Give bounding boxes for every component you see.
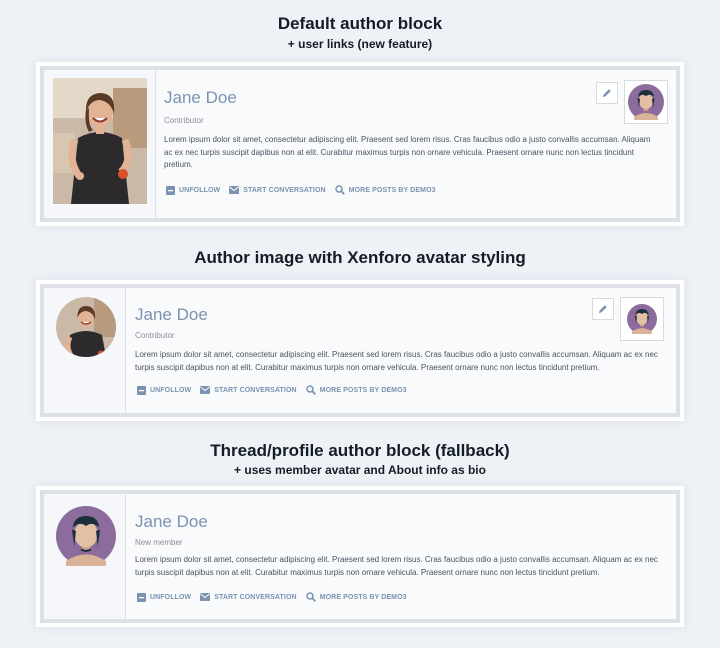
author-name[interactable]: Jane Doe (135, 305, 208, 325)
unfollow-label: UNFOLLOW (179, 186, 221, 194)
author-bio: Lorem ipsum dolor sit amet, consectetur … (135, 555, 658, 577)
author-content: Jane Doe Contributor Lorem ipsum dolor s… (126, 288, 676, 413)
author-photo-round (56, 297, 116, 357)
author-image-column (44, 288, 126, 413)
author-image-column (44, 70, 156, 218)
author-role: New member (135, 538, 183, 547)
envelope-icon (229, 186, 240, 194)
section-3-title: Thread/profile author block (fallback) (210, 441, 510, 460)
author-links: UNFOLLOW START CONVERSATION MORE POSTS B… (166, 185, 445, 195)
author-content: Jane Doe New member Lorem ipsum dolor si… (126, 494, 676, 619)
author-block-frame: Jane Doe Contributor Lorem ipsum dolor s… (40, 66, 680, 222)
search-icon (334, 185, 345, 195)
author-block-frame: Jane Doe Contributor Lorem ipsum dolor s… (40, 284, 680, 417)
author-links: UNFOLLOW START CONVERSATION MORE POSTS B… (137, 385, 416, 395)
member-avatar-large-icon (56, 506, 116, 566)
pencil-icon (603, 89, 611, 97)
author-name[interactable]: Jane Doe (164, 88, 237, 108)
more-posts-label: MORE POSTS BY DEMO3 (348, 186, 436, 194)
start-conversation-link[interactable]: START CONVERSATION (229, 186, 326, 194)
unfollow-link[interactable]: UNFOLLOW (137, 385, 192, 395)
author-photo (53, 78, 147, 204)
start-conversation-label: START CONVERSATION (214, 593, 297, 601)
member-avatar-button[interactable] (620, 297, 664, 341)
search-icon (305, 592, 316, 602)
more-posts-link[interactable]: MORE POSTS BY DEMO3 (305, 592, 407, 602)
start-conversation-link[interactable]: START CONVERSATION (200, 593, 297, 601)
author-bio: Lorem ipsum dolor sit amet, consectetur … (164, 135, 651, 169)
author-content: Jane Doe Contributor Lorem ipsum dolor s… (156, 70, 676, 218)
start-conversation-link[interactable]: START CONVERSATION (200, 386, 297, 394)
start-conversation-label: START CONVERSATION (214, 386, 297, 394)
author-name[interactable]: Jane Doe (135, 512, 208, 532)
author-bio: Lorem ipsum dolor sit amet, consectetur … (135, 350, 658, 372)
edit-button[interactable] (596, 82, 618, 104)
member-avatar-icon (628, 84, 664, 120)
edit-button[interactable] (592, 298, 614, 320)
author-block-fallback: Jane Doe New member Lorem ipsum dolor si… (36, 486, 684, 627)
envelope-icon (200, 386, 211, 394)
more-posts-link[interactable]: MORE POSTS BY DEMO3 (334, 185, 436, 195)
unfollow-label: UNFOLLOW (150, 593, 192, 601)
more-posts-label: MORE POSTS BY DEMO3 (319, 386, 407, 394)
section-1-subtitle: + user links (new feature) (287, 37, 433, 51)
minus-square-icon (166, 185, 175, 195)
search-icon (305, 385, 316, 395)
author-links: UNFOLLOW START CONVERSATION MORE POSTS B… (137, 592, 416, 602)
minus-square-icon (137, 592, 146, 602)
more-posts-link[interactable]: MORE POSTS BY DEMO3 (305, 385, 407, 395)
envelope-icon (200, 593, 211, 601)
unfollow-label: UNFOLLOW (150, 386, 192, 394)
start-conversation-label: START CONVERSATION (243, 186, 326, 194)
author-block-frame: Jane Doe New member Lorem ipsum dolor si… (40, 490, 680, 623)
more-posts-label: MORE POSTS BY DEMO3 (319, 593, 407, 601)
section-1-title: Default author block (277, 14, 443, 33)
author-block-default: Jane Doe Contributor Lorem ipsum dolor s… (36, 62, 684, 226)
member-avatar-icon (627, 304, 657, 334)
author-image-column (44, 494, 126, 619)
author-role: Contributor (164, 116, 204, 125)
section-3-subtitle: + uses member avatar and About info as b… (234, 463, 486, 477)
section-2-title: Author image with Xenforo avatar styling (194, 248, 526, 267)
unfollow-link[interactable]: UNFOLLOW (137, 592, 192, 602)
author-role: Contributor (135, 331, 175, 340)
pencil-icon (599, 305, 607, 313)
minus-square-icon (137, 385, 146, 395)
unfollow-link[interactable]: UNFOLLOW (166, 185, 221, 195)
author-block-avatar-style: Jane Doe Contributor Lorem ipsum dolor s… (36, 280, 684, 421)
member-avatar-button[interactable] (624, 80, 668, 124)
